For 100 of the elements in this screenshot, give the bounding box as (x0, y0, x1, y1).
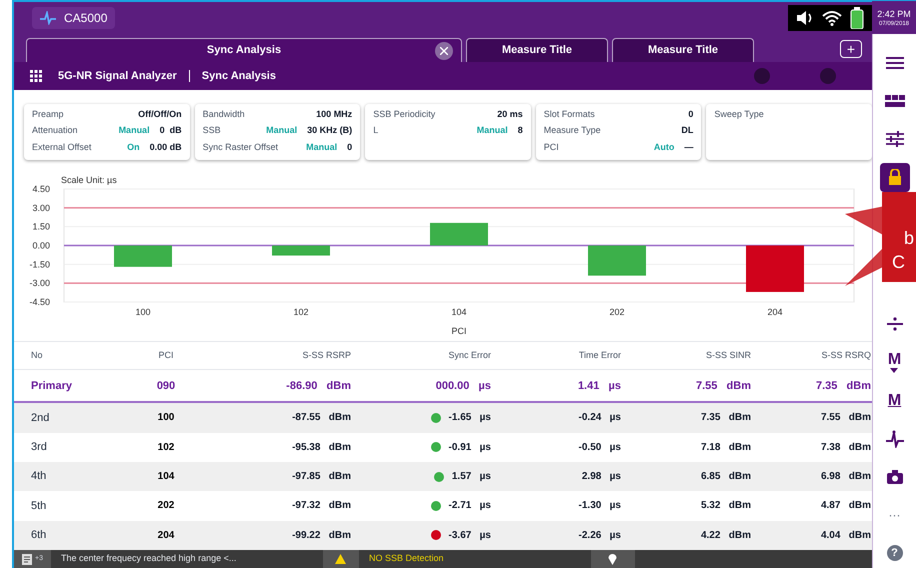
table-cell: -1.30 µs (578, 500, 621, 512)
add-tab-button[interactable]: + (840, 40, 862, 58)
column-header: S-SS SINR (704, 348, 752, 362)
setting-label: Slot Formats (544, 108, 596, 121)
table-cell: 6.98 dBm (820, 471, 871, 482)
axis-tick-label: 202 (609, 307, 625, 318)
axis-tick-label: 0.00 (32, 240, 50, 251)
table-cell: -2.26 µs (578, 530, 621, 541)
settings-card[interactable]: Slot Formats 0 Measure Type DL PCI Auto — (536, 104, 702, 160)
settings-card[interactable]: Bandwidth 100 MHz SSB Manual 30 KHz (B) Sync Raster Offset Manual 0 (194, 104, 360, 160)
axis-tick-label: 100 (135, 307, 151, 318)
table-cell-text: Primary (31, 378, 73, 394)
table-cell: 4.04 dBm (820, 530, 871, 541)
table-cell: -0.50 µs (578, 442, 621, 453)
table-cell: 5.32 dBm (700, 500, 751, 512)
setting-mode: Manual (118, 124, 150, 138)
column-header: Time Error (578, 348, 622, 362)
table-cell: 4.22 dBm (700, 530, 751, 541)
setting-value: 8 (518, 124, 523, 138)
table-cell-text: 102 (156, 440, 176, 455)
table-cell: -86.90 dBm (286, 380, 351, 392)
setting-value: 0 dB (160, 124, 182, 138)
setting-value: 20 ms (497, 108, 523, 121)
column-header: S-SS RSRQ (820, 348, 872, 362)
axis-tick-label: -1.50 (29, 260, 50, 270)
settings-card[interactable]: Preamp Off/Off/On Attenuation Manual 0 dB External Offset On 0.00 dB (24, 104, 190, 160)
table-cell: -95.38 dBm (292, 442, 351, 453)
setting-value: 0 (347, 140, 352, 154)
tab[interactable]: Measure Title (466, 38, 608, 62)
table-cell-text: 204 (156, 528, 176, 543)
table-cell: 7.55 dBm (820, 412, 871, 424)
setting-label: Measure Type (544, 124, 602, 138)
table-cell: 1.41 µs (578, 380, 621, 392)
column-header: PCI (157, 348, 174, 362)
setting-value: DL (681, 124, 694, 138)
table-cell: -87.55 dBm (292, 412, 351, 424)
setting-value: 100 MHz (316, 108, 352, 121)
setting-mode: Manual (266, 124, 298, 138)
setting-mode: Auto (654, 140, 674, 154)
setting-label: L (373, 124, 380, 138)
setting-mode: On (127, 140, 140, 154)
table-cell: 000.00 µs (436, 380, 491, 392)
scale-unit-label: Scale Unit: µs (61, 175, 117, 186)
tab[interactable]: Measure Title (612, 38, 754, 62)
table-cell: 4.87 dBm (820, 500, 871, 512)
column-header: Sync Error (447, 348, 492, 362)
table-cell: 6.85 dBm (700, 471, 751, 482)
setting-value: — (684, 140, 694, 154)
table-cell-text: 090 (156, 378, 176, 394)
table-cell-text: 5th (31, 498, 48, 514)
tab[interactable]: Sync Analysis (26, 38, 462, 62)
table-cell-text: -2.71 µs (448, 499, 491, 514)
axis-title: PCI (452, 326, 466, 336)
table-cell: -97.32 dBm (292, 500, 351, 512)
table-cell-text: 100 (156, 411, 176, 426)
axis-tick-label: 204 (767, 307, 783, 318)
table-cell-text: 6th (31, 528, 48, 544)
table-cell: 7.18 dBm (700, 442, 751, 453)
setting-label: External Offset (32, 140, 92, 154)
table-cell: -0.24 µs (578, 412, 621, 424)
table-cell-text: 104 (156, 470, 176, 484)
setting-mode: Manual (476, 124, 508, 138)
axis-tick-label: 102 (293, 307, 309, 318)
setting-label: Attenuation (32, 124, 79, 138)
table-cell: 2.98 µs (582, 471, 621, 482)
axis-tick-label: -3.00 (29, 278, 50, 289)
setting-value: Off/Off/On (138, 108, 182, 121)
setting-label: Bandwidth (202, 108, 246, 121)
setting-label: Sweep Type (714, 108, 765, 121)
axis-tick-label: 104 (451, 307, 467, 318)
setting-label: SSB Periodicity (373, 108, 436, 121)
table-cell: 7.55 dBm (696, 380, 751, 392)
time: 2:42 PM (877, 10, 911, 18)
table-cell-text: 202 (156, 499, 176, 514)
settings-card[interactable]: Sweep Type (706, 104, 872, 160)
breadcrumb-item[interactable]: 5G-NR Signal Analyzer (58, 68, 177, 84)
setting-label: Preamp (32, 108, 65, 121)
table-cell-text: -3.67 µs (448, 528, 491, 543)
app-title: CA5000 (64, 10, 108, 27)
table-cell: 7.38 dBm (820, 442, 871, 453)
table-cell: -97.85 dBm (292, 471, 351, 482)
setting-label: PCI (544, 140, 560, 154)
column-header: No (31, 348, 44, 362)
breadcrumb-item[interactable]: Sync Analysis (202, 68, 276, 84)
table-cell-text: -1.65 µs (448, 411, 491, 426)
warning-message: NO SSB Detection (368, 552, 445, 566)
callout-text: b (904, 227, 916, 250)
axis-tick-label: 4.50 (32, 184, 50, 194)
setting-label: Sync Raster Offset (202, 140, 279, 154)
callout-text: C (892, 251, 906, 274)
setting-value: 0.00 dB (150, 140, 182, 154)
table-cell: 7.35 dBm (700, 412, 751, 424)
setting-label: SSB (202, 124, 222, 138)
axis-tick-label: 3.00 (32, 203, 50, 214)
table-cell: -99.22 dBm (292, 530, 351, 541)
axis-tick-label: -4.50 (29, 297, 50, 308)
table-cell-text: -0.91 µs (448, 440, 491, 455)
settings-card[interactable]: SSB Periodicity 20 ms L Manual 8 (365, 104, 531, 160)
table-cell-text: 1.57 µs (452, 470, 491, 484)
app-chip[interactable]: CA5000 (32, 7, 116, 29)
